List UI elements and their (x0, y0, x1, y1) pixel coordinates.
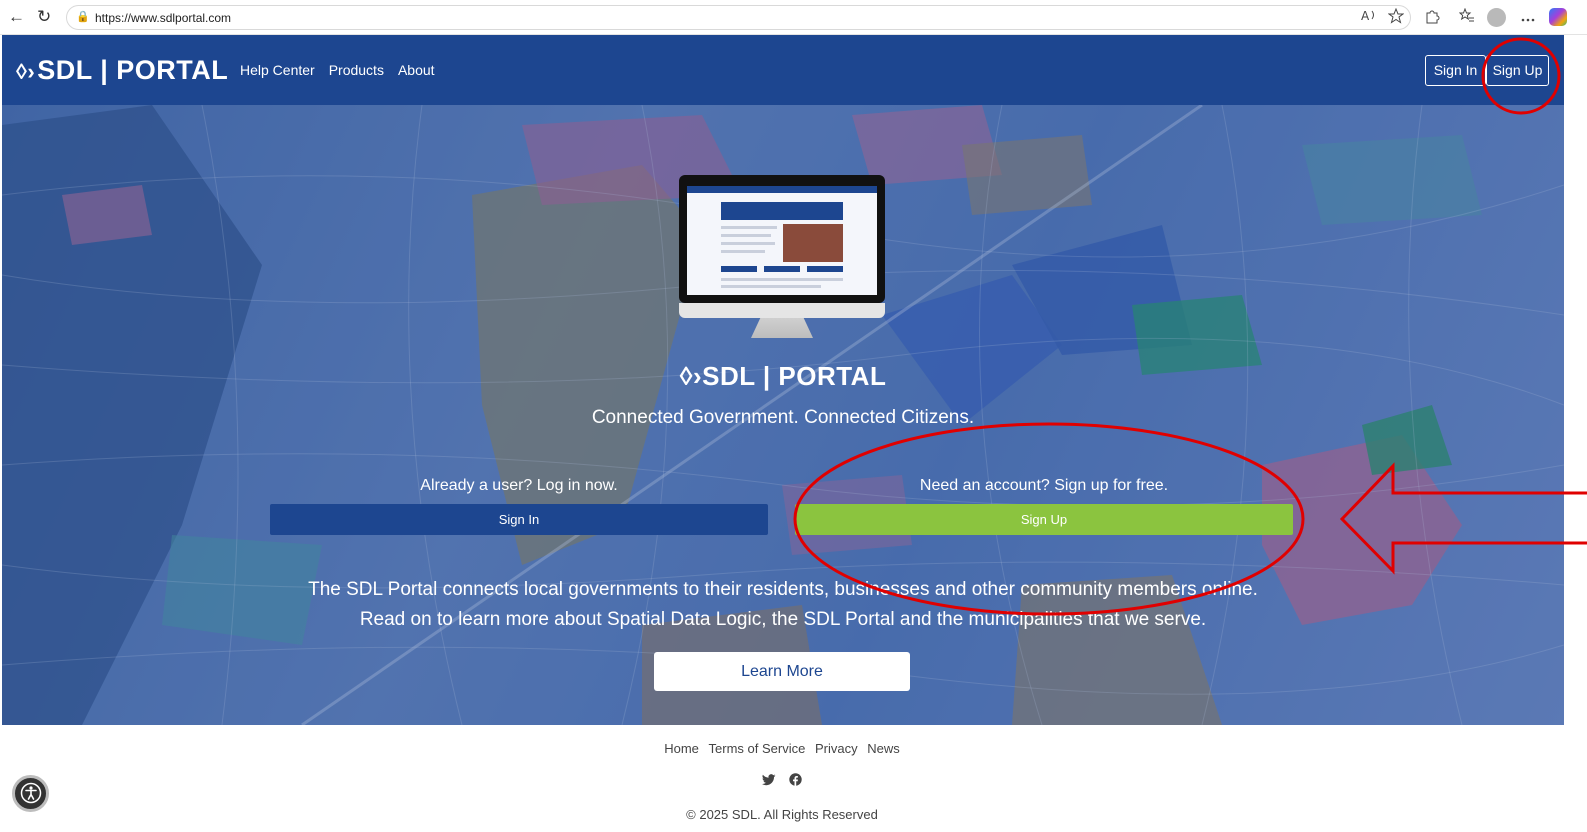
site-header: ◊›SDL | PORTAL Help Center Products Abou… (2, 35, 1564, 105)
login-hint: Already a user? Log in now. (420, 477, 618, 494)
extensions-icon[interactable] (1424, 8, 1440, 28)
hero-description-line-2: Read on to learn more about Spatial Data… (359, 609, 1207, 630)
monitor-illustration (679, 175, 885, 341)
read-aloud-icon[interactable]: A (1361, 8, 1377, 26)
screen-building-photo (783, 224, 843, 262)
screen-mini-button (721, 266, 757, 272)
address-bar[interactable]: 🔒 https://www.sdlportal.com (66, 5, 1411, 30)
nav-products[interactable]: Products (329, 62, 384, 78)
hero-sign-up-button[interactable]: Sign Up (795, 504, 1293, 535)
screen-text-line (721, 250, 765, 253)
footer-link-news[interactable]: News (867, 741, 900, 756)
screen-text-line (721, 234, 771, 237)
screen-text-line (721, 278, 843, 281)
url-text[interactable]: https://www.sdlportal.com (95, 11, 231, 25)
monitor-screen (687, 186, 877, 295)
header-sign-up-button[interactable]: Sign Up (1486, 55, 1549, 86)
logo-mark-icon: ◊› (16, 59, 36, 84)
hero-logo-text: SDL | PORTAL (702, 361, 887, 391)
browser-toolbar: ← ↻ 🔒 https://www.sdlportal.com A (0, 0, 1587, 35)
accessibility-icon[interactable] (12, 775, 49, 812)
hero-sign-in-button[interactable]: Sign In (270, 504, 768, 535)
screen-text-line (721, 285, 821, 288)
screen-text-line (721, 242, 775, 245)
monitor-chin (679, 303, 885, 318)
copyright-text: © 2025 SDL. All Rights Reserved (686, 807, 878, 822)
hero-section: ◊›SDL | PORTAL Connected Government. Con… (2, 105, 1564, 725)
top-navigation: Help Center Products About (240, 62, 435, 78)
svg-text:A: A (1361, 9, 1370, 22)
hero-logo-mark-icon: ◊› (679, 361, 703, 391)
more-options-icon[interactable] (1521, 8, 1535, 26)
logo-text: SDL | PORTAL (37, 55, 229, 85)
screen-header-bar (687, 186, 877, 193)
screen-mini-button (807, 266, 843, 272)
twitter-icon[interactable] (761, 773, 780, 789)
monitor-stand (751, 318, 813, 338)
refresh-icon[interactable]: ↻ (37, 7, 51, 27)
footer-links: Home Terms of Service Privacy News (0, 741, 1564, 756)
screen-text-line (721, 226, 777, 229)
screen-property-card (721, 202, 843, 220)
sdl-portal-logo[interactable]: ◊›SDL | PORTAL (16, 55, 228, 86)
favorite-star-icon[interactable] (1387, 7, 1405, 28)
nav-help-center[interactable]: Help Center (240, 62, 315, 78)
social-links (0, 773, 1564, 789)
header-sign-in-button[interactable]: Sign In (1425, 55, 1486, 86)
lock-icon[interactable]: 🔒 (76, 10, 90, 23)
footer-link-terms[interactable]: Terms of Service (709, 741, 806, 756)
copilot-icon[interactable] (1549, 8, 1567, 26)
back-icon[interactable]: ← (8, 7, 25, 27)
hero-logo: ◊›SDL | PORTAL (2, 361, 1564, 392)
screen-mini-button (764, 266, 800, 272)
nav-about[interactable]: About (398, 62, 435, 78)
learn-more-button[interactable]: Learn More (654, 652, 910, 691)
signup-hint: Need an account? Sign up for free. (919, 477, 1169, 494)
profile-avatar-icon[interactable] (1487, 8, 1506, 27)
monitor-frame (679, 175, 885, 303)
favorites-list-icon[interactable] (1458, 7, 1475, 28)
facebook-icon[interactable] (789, 773, 803, 789)
hero-description-line-1: The SDL Portal connects local government… (308, 579, 1258, 600)
hero-tagline: Connected Government. Connected Citizens… (591, 407, 975, 428)
footer-link-home[interactable]: Home (664, 741, 699, 756)
footer-link-privacy[interactable]: Privacy (815, 741, 858, 756)
